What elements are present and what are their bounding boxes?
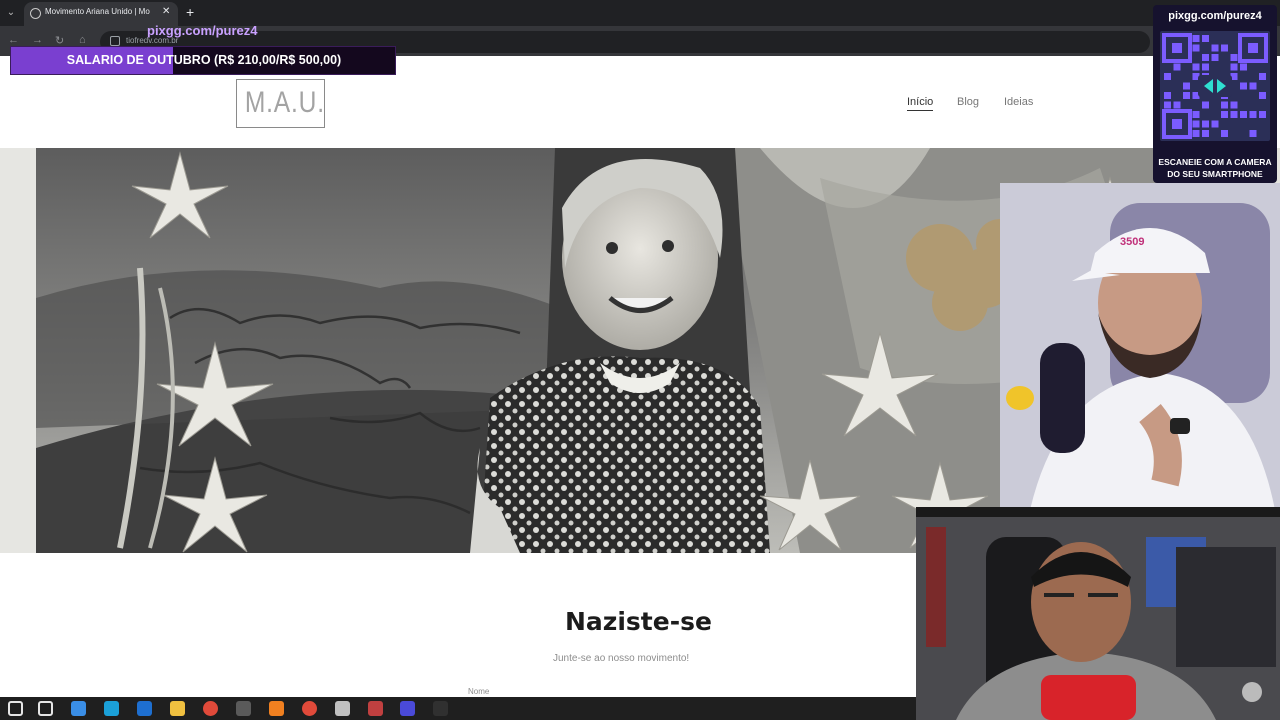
qr-module — [1192, 111, 1200, 118]
nav-inicio[interactable]: Início — [907, 96, 934, 111]
qr-module — [1221, 44, 1228, 52]
qr-module — [1202, 101, 1209, 109]
outlook-icon[interactable] — [137, 701, 152, 716]
name-field-label: Nome — [468, 687, 490, 696]
globe-icon — [30, 8, 41, 19]
qr-caption-line-2: DO SEU SMARTPHONE — [1167, 169, 1263, 179]
qr-module — [1183, 92, 1190, 99]
qr-module — [1164, 73, 1171, 80]
qr-module — [1183, 82, 1190, 90]
qr-module — [1240, 63, 1247, 71]
home-icon[interactable]: ⌂ — [79, 34, 86, 46]
windows-start-icon[interactable] — [8, 701, 23, 716]
svg-text:3509: 3509 — [1120, 236, 1144, 248]
qr-caption-line-1: ESCANEIE COM A CAMERA — [1158, 157, 1272, 167]
qr-module — [1164, 101, 1171, 109]
app-icon[interactable] — [236, 701, 251, 716]
qr-module — [1202, 130, 1209, 137]
qr-module — [1192, 35, 1200, 42]
qr-code — [1160, 31, 1270, 141]
qr-module — [1192, 63, 1200, 71]
qr-module — [1202, 63, 1209, 71]
qr-module — [1192, 130, 1200, 137]
qr-module — [1230, 101, 1238, 109]
pix-donation-link: pixgg.com/purez4 — [147, 23, 258, 38]
qr-module — [1230, 63, 1238, 71]
chrome-icon[interactable] — [203, 701, 218, 716]
file-explorer-icon[interactable] — [170, 701, 185, 716]
streamer-webcam: 3509 — [1000, 183, 1280, 510]
qr-module — [1259, 111, 1266, 118]
qr-module — [1221, 130, 1228, 137]
guest-webcam — [916, 507, 1280, 720]
qr-module — [1230, 111, 1238, 118]
search-icon[interactable] — [38, 701, 53, 716]
qr-module — [1249, 111, 1257, 118]
qr-module — [1192, 44, 1200, 52]
qr-module — [1164, 92, 1171, 99]
v-app-icon[interactable] — [400, 701, 415, 716]
qr-module — [1249, 82, 1257, 90]
forward-icon[interactable]: → — [32, 34, 43, 46]
app-icon[interactable] — [368, 701, 383, 716]
salary-progress-bar: SALARIO DE OUTUBRO (R$ 210,00/R$ 500,00) — [10, 46, 396, 75]
nav-ideias[interactable]: Ideias — [1004, 96, 1033, 108]
qr-module — [1173, 101, 1181, 109]
logo-text: M.A.U. — [244, 86, 325, 119]
qr-module — [1173, 63, 1181, 71]
qr-module — [1211, 54, 1219, 61]
nav-blog[interactable]: Blog — [957, 96, 979, 108]
chrome-profile-icon[interactable] — [302, 701, 317, 716]
page-title: Naziste-se — [565, 607, 712, 636]
qr-module — [1202, 120, 1209, 128]
salary-progress-label: SALARIO DE OUTUBRO (R$ 210,00/R$ 500,00) — [66, 53, 342, 67]
qr-caption: ESCANEIE COM A CAMERA DO SEU SMARTPHONE — [1153, 156, 1277, 180]
qr-module — [1240, 111, 1247, 118]
back-icon[interactable]: ← — [8, 34, 19, 46]
qr-module — [1221, 101, 1228, 109]
site-logo[interactable]: M.A.U. — [236, 79, 325, 128]
qr-module — [1192, 120, 1200, 128]
qr-module — [1230, 54, 1238, 61]
qr-module — [1249, 130, 1257, 137]
qr-module — [1259, 73, 1266, 80]
qr-module — [1221, 111, 1228, 118]
site-info-icon[interactable] — [110, 36, 120, 46]
qr-module — [1240, 82, 1247, 90]
tab-search-icon[interactable]: ⌄ — [3, 5, 19, 21]
app-icon[interactable] — [335, 701, 350, 716]
qr-module — [1211, 120, 1219, 128]
qr-code-graphic — [1162, 33, 1268, 139]
qr-module — [1211, 44, 1219, 52]
vlc-icon[interactable] — [269, 701, 284, 716]
streamer-webcam-image: 3509 — [1000, 183, 1280, 510]
qr-module — [1202, 54, 1209, 61]
qr-module — [1259, 92, 1266, 99]
close-tab-icon[interactable]: ✕ — [162, 6, 170, 17]
guest-webcam-image — [916, 507, 1280, 720]
screen: ⌄ Movimento Ariana Unido | Mo ✕ + ← → ↻ … — [0, 0, 1280, 720]
edge-icon[interactable] — [104, 701, 119, 716]
page-subtitle: Junte-se ao nosso movimento! — [553, 653, 690, 664]
photo-frame-left — [0, 148, 36, 553]
qr-panel-url: pixgg.com/purez4 — [1168, 10, 1262, 22]
copilot-icon[interactable] — [71, 701, 86, 716]
qr-module — [1202, 35, 1209, 42]
tab-title: Movimento Ariana Unido | Mo — [45, 7, 150, 16]
join-section — [0, 553, 916, 697]
obs-icon[interactable] — [433, 701, 448, 716]
new-tab-button[interactable]: + — [186, 4, 194, 20]
